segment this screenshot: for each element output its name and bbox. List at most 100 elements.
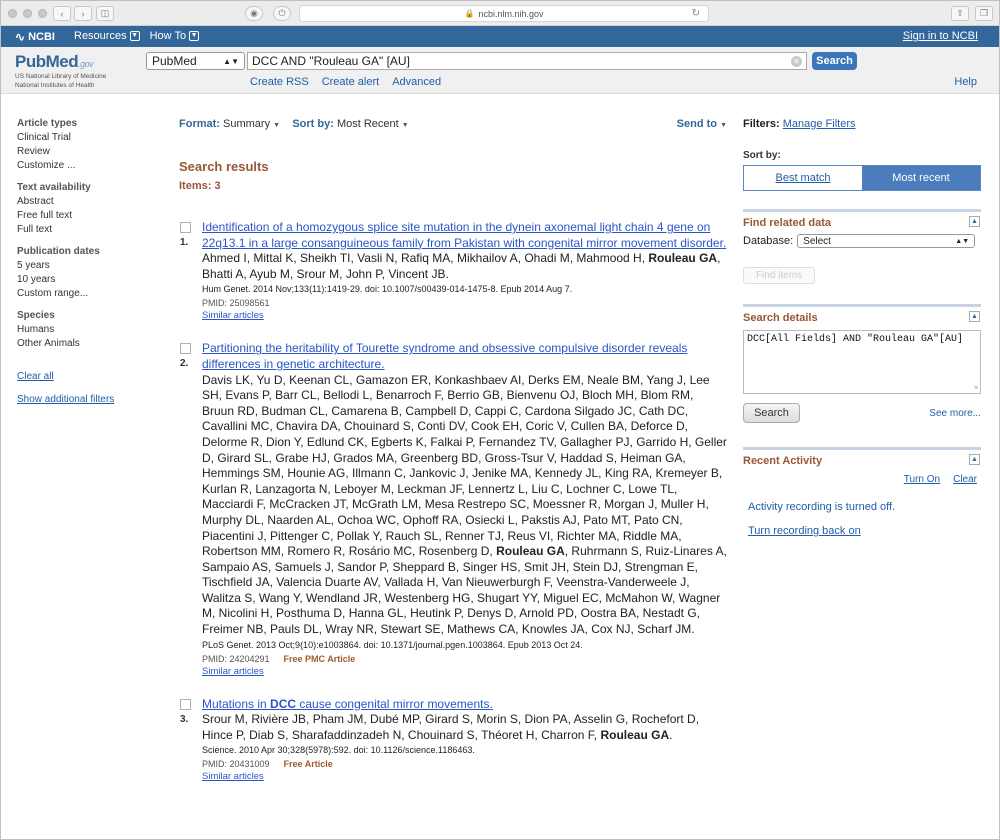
create-rss-link[interactable]: Create RSS [250,76,309,88]
search-button[interactable]: Search [812,52,857,70]
similar-articles-link[interactable]: Similar articles [202,771,727,782]
resize-grip-icon[interactable]: ⇲ [974,383,978,392]
sort-best-match-button[interactable]: Best match [744,166,862,190]
similar-articles-link[interactable]: Similar articles [202,666,727,677]
activity-message: Activity recording is turned off. [748,501,896,513]
result-pmid: PMID: 25098561 [202,298,270,309]
filter-full-text[interactable]: Full text [17,224,137,235]
details-search-button[interactable]: Search [743,403,800,423]
caret-down-icon: ▼ [273,122,281,129]
signin-link[interactable]: Sign in to NCBI [903,30,978,42]
see-more-link[interactable]: See more... [929,408,981,419]
result-citation: Hum Genet. 2014 Nov;133(11):1419-29. doi… [202,284,573,295]
result-checkbox[interactable] [180,343,191,355]
result-pmid-line: PMID: 25098561 [202,298,727,308]
result-citation: PLoS Genet. 2013 Oct;9(10):e1003864. doi… [202,639,583,650]
back-button[interactable]: ‹ [53,6,71,21]
result-authors: Ahmed I, Mittal K, Sheikh TI, Vasli N, R… [202,251,721,281]
send-to-menu[interactable]: Send to ▼ [677,118,727,130]
filter-review[interactable]: Review [17,146,137,157]
show-additional-filters-link[interactable]: Show additional filters [17,394,137,405]
filter-customize[interactable]: Customize ... [17,160,137,171]
advanced-link[interactable]: Advanced [392,76,441,88]
filter-10-years[interactable]: 10 years [17,274,137,285]
clear-search-icon[interactable]: ✕ [791,56,802,67]
pubmed-header: PubMed.gov US National Library of Medici… [1,47,999,94]
database-select[interactable]: PubMed ▲▼ [146,52,245,70]
database-row: Database: Select ▲▼ [743,234,981,248]
free-article-badge[interactable]: Free Article [284,759,333,769]
filter-sidebar: Article types Clinical Trial Review Cust… [17,118,137,405]
ncbi-bar: ∿ NCBI Resources ▼ How To ▼ Sign in to N… [1,26,999,47]
filter-humans[interactable]: Humans [17,324,137,335]
shield-extension-button[interactable]: ◉ [245,6,263,21]
sort-toggle: Best match Most recent [743,165,981,191]
pubmed-logo[interactable]: PubMed.gov US National Library of Medici… [15,52,106,90]
filter-5-years[interactable]: 5 years [17,260,137,271]
shield-icon: ◉ [250,8,258,18]
search-input[interactable]: DCC AND "Rouleau GA" [AU] ✕ [247,52,807,70]
resources-menu[interactable]: Resources ▼ [74,30,140,42]
reload-icon[interactable]: ↻ [692,8,700,19]
manage-filters-link[interactable]: Manage Filters [783,118,856,130]
address-bar[interactable]: 🔒 ncbi.nlm.nih.gov ↻ [299,5,709,22]
toolbar-extras: ◉ ⏻ [245,6,291,21]
filters-row: Filters: Manage Filters [743,118,856,130]
sort-control[interactable]: Sort by: Most Recent ▼ [292,118,408,130]
clear-link[interactable]: Clear [953,474,977,485]
search-details-textarea[interactable]: DCC[All Fields] AND "Rouleau GA"[AU] ⇲ [743,330,981,394]
find-related-data-portlet: Find related data ▲ Database: Select ▲▼ … [743,209,981,284]
filter-free-full-text[interactable]: Free full text [17,210,137,221]
result-checkbox[interactable] [180,698,191,710]
filter-clinical-trial[interactable]: Clinical Trial [17,132,137,143]
search-details-portlet: Search details ▲ DCC[All Fields] AND "Ro… [743,304,981,423]
filter-custom-range[interactable]: Custom range... [17,288,137,299]
chevron-right-icon: › [81,8,85,19]
results-title: Search results [179,159,269,174]
turn-on-link[interactable]: Turn On [904,474,940,485]
power-extension-button[interactable]: ⏻ [273,6,291,21]
sidebar-toggle-button[interactable]: ◫ [96,6,114,21]
free-pmc-article-badge[interactable]: Free PMC Article [284,654,356,664]
similar-articles-link[interactable]: Similar articles [202,310,727,321]
result-authors: Davis LK, Yu D, Keenan CL, Gamazon ER, K… [202,372,727,637]
result-pmid: PMID: 20431009 [202,759,270,770]
power-icon: ⏻ [278,8,286,18]
result-item: 3. Mutations in DCC cause congenital mir… [179,697,727,782]
collapse-icon[interactable]: ▲ [969,454,980,465]
filter-other-animals[interactable]: Other Animals [17,338,137,349]
clear-all-link[interactable]: Clear all [17,371,137,382]
minimize-window-button[interactable] [23,9,32,18]
results-column: Format: Summary ▼ Sort by: Most Recent ▼… [179,118,727,782]
turn-recording-on-link[interactable]: Turn recording back on [748,525,981,537]
result-title-link[interactable]: Mutations in DCC cause congenital mirror… [202,697,727,713]
select-arrows-icon: ▲▼ [955,237,970,245]
sidebar-icon: ◫ [100,8,110,18]
right-browser-buttons: ⇧ ❐ [951,6,993,21]
ncbi-logo[interactable]: ∿ NCBI [15,30,55,44]
result-checkbox[interactable] [180,222,191,233]
share-button[interactable]: ⇧ [951,6,969,21]
portlet-title: Recent Activity [743,455,823,467]
result-item: 1. Identification of a homozygous splice… [179,220,727,321]
chevron-down-icon: ▼ [189,31,200,41]
tabs-button[interactable]: ❐ [975,6,993,21]
zoom-window-button[interactable] [38,9,47,18]
close-window-button[interactable] [8,9,17,18]
format-control[interactable]: Format: Summary ▼ [179,118,283,130]
filter-abstract[interactable]: Abstract [17,196,137,207]
create-alert-link[interactable]: Create alert [322,76,379,88]
result-title-link[interactable]: Identification of a homozygous splice si… [202,220,727,251]
collapse-icon[interactable]: ▲ [969,216,980,227]
right-sidebar: Filters: Manage Filters Sort by: Best ma… [743,118,981,537]
help-link[interactable]: Help [954,76,977,88]
sort-most-recent-button[interactable]: Most recent [862,166,980,190]
result-title-link[interactable]: Partitioning the heritability of Tourett… [202,341,727,372]
howto-menu[interactable]: How To ▼ [150,30,200,42]
related-database-select[interactable]: Select ▲▼ [797,234,976,248]
forward-button[interactable]: › [74,6,92,21]
find-items-button[interactable]: Find items [743,267,815,284]
result-number: 2. [180,358,189,370]
filter-group-article-types: Article types Clinical Trial Review Cust… [17,118,137,171]
collapse-icon[interactable]: ▲ [969,311,980,322]
